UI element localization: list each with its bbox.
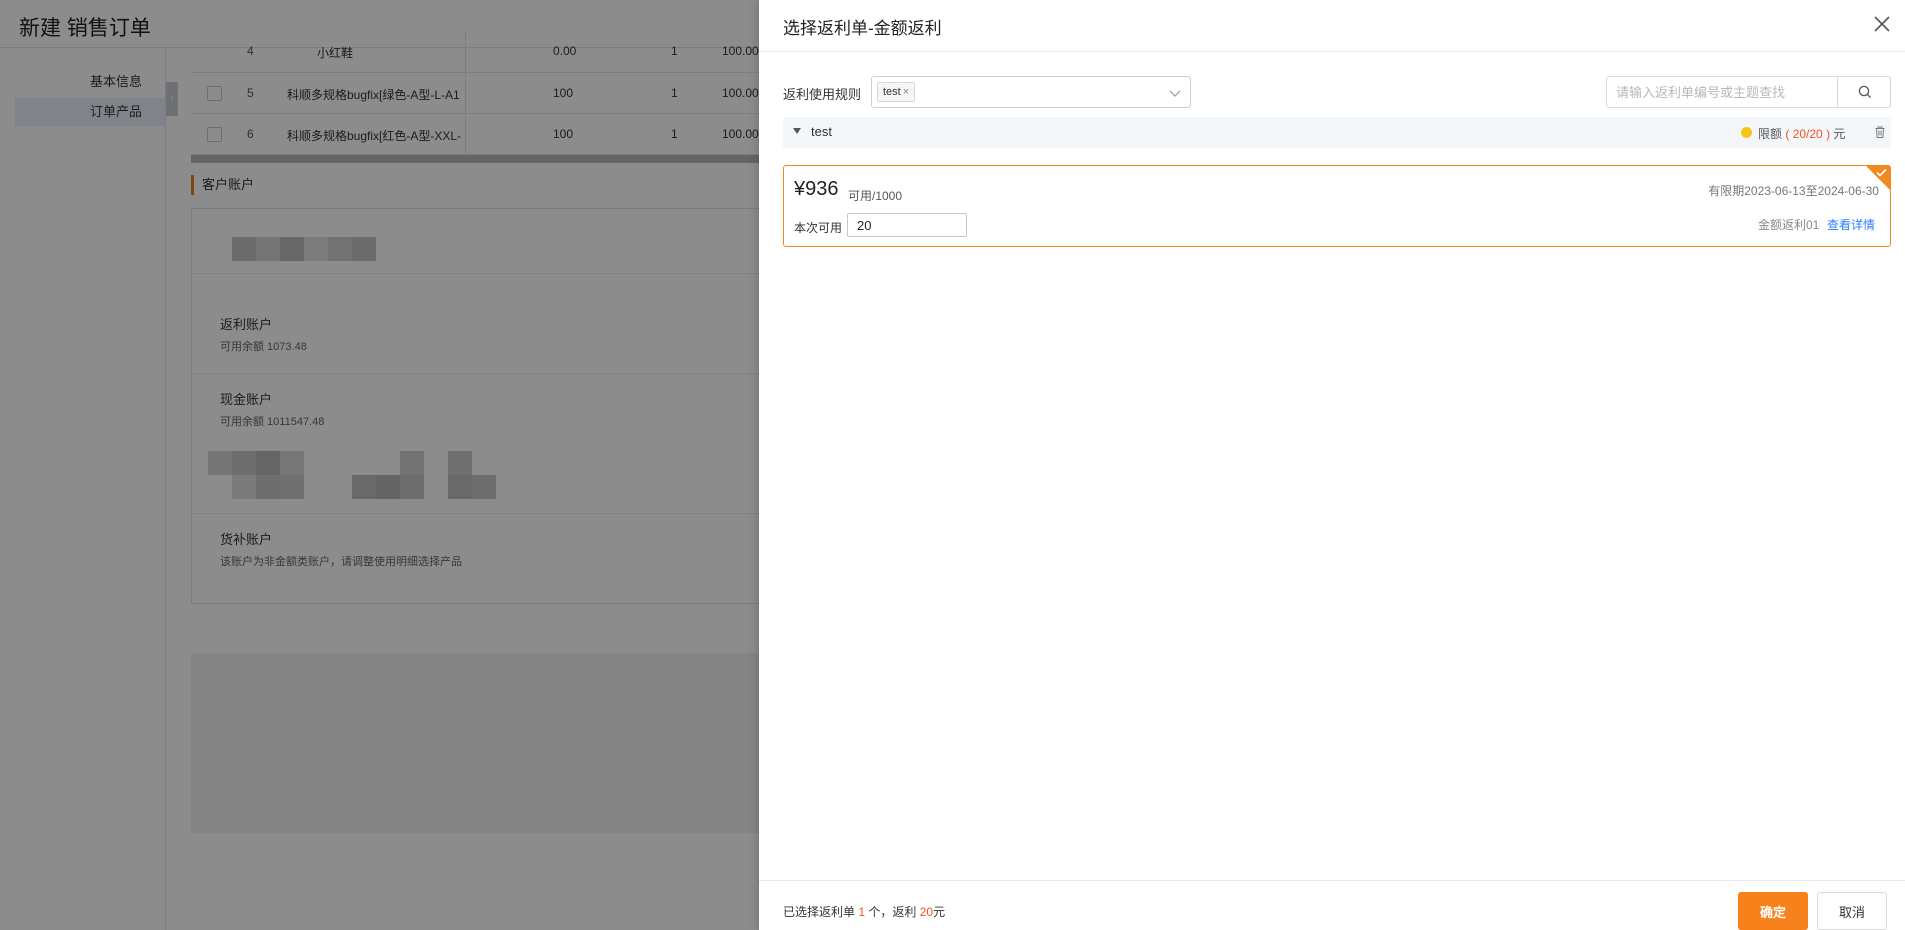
limit-value: 20/20	[1792, 127, 1823, 141]
trash-icon[interactable]	[1873, 125, 1887, 139]
chevron-down-icon	[1168, 86, 1182, 100]
search-box	[1606, 76, 1891, 108]
rule-tag: test ×	[877, 82, 916, 102]
limit-label: 限额	[1758, 127, 1783, 141]
drawer-header: 选择返利单-金额返利	[759, 0, 1905, 52]
selected-count: 1	[858, 905, 866, 919]
summary-middle: 个，返利	[868, 905, 917, 919]
search-input[interactable]	[1607, 77, 1837, 107]
rule-group-header[interactable]: test 限额 ( 20/20 ) 元	[783, 117, 1891, 148]
use-amount-input[interactable]	[847, 213, 967, 237]
tag-remove-icon[interactable]: ×	[903, 86, 909, 98]
rebate-rule-label: 返利使用规则	[783, 87, 862, 102]
search-icon	[1858, 85, 1872, 99]
rebate-available: 可用/1000	[848, 189, 903, 203]
rebate-name: 金额返利01	[1758, 218, 1820, 232]
rebate-selection-drawer: 选择返利单-金额返利 返利使用规则 test× test 限额 ( 20/20 …	[759, 0, 1905, 930]
selection-summary: 已选择返利单 1 个，返利 20元	[783, 903, 945, 920]
drawer-footer: 已选择返利单 1 个，返利 20元 确定 取消	[759, 880, 1905, 930]
view-details-link[interactable]: 查看详情	[1827, 216, 1875, 233]
cancel-button[interactable]: 取消	[1817, 892, 1887, 930]
limit-info: 限额 ( 20/20 ) 元	[1758, 125, 1845, 142]
summary-suffix: 元	[933, 905, 946, 919]
rule-group-name: test	[811, 124, 832, 139]
rebate-validity: 有限期2023-06-13至2024-06-30	[1708, 184, 1879, 198]
rebate-rule-select[interactable]: test ×	[871, 76, 1191, 108]
drawer-title: 选择返利单-金额返利	[783, 19, 942, 38]
rebate-amount: ¥936	[794, 178, 839, 200]
limit-close-paren: )	[1826, 127, 1831, 141]
confirm-button[interactable]: 确定	[1738, 892, 1808, 930]
check-icon	[1876, 168, 1887, 177]
search-button[interactable]	[1837, 77, 1891, 107]
caret-down-icon[interactable]	[793, 128, 801, 134]
limit-unit: 元	[1833, 127, 1846, 141]
use-amount-label: 本次可用	[794, 221, 843, 235]
rebate-card[interactable]: ¥936 可用/1000 有限期2023-06-13至2024-06-30 本次…	[783, 165, 1891, 247]
limit-status-dot	[1741, 127, 1752, 138]
close-icon[interactable]	[1869, 11, 1895, 37]
limit-open-paren: (	[1785, 127, 1790, 141]
summary-prefix: 已选择返利单	[783, 905, 856, 919]
rebate-total: 20	[919, 905, 934, 919]
rule-tag-label: test	[883, 86, 901, 98]
